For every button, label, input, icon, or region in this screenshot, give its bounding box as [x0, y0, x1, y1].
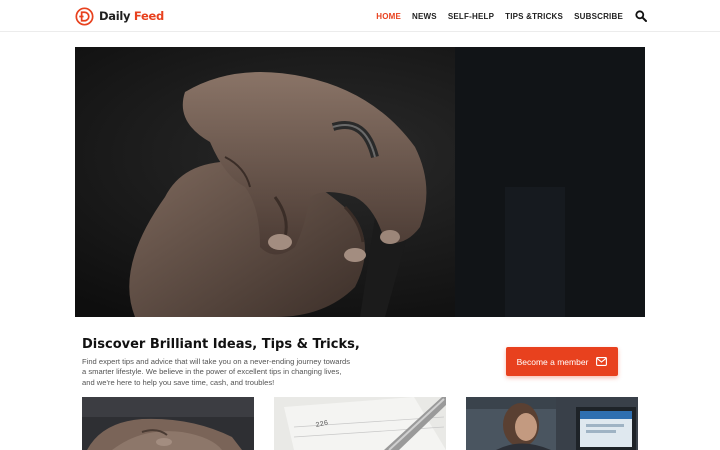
article-card-1[interactable]: [82, 397, 254, 450]
nav-subscribe[interactable]: SUBSCRIBE: [574, 12, 623, 21]
nav-tips-tricks[interactable]: TIPS &TRICKS: [505, 12, 563, 21]
envelope-icon: [596, 357, 608, 366]
hero-image: [75, 47, 645, 317]
card-2-photo: 226: [274, 397, 446, 450]
brand-logo[interactable]: Daily Feed: [75, 5, 164, 27]
nav-home[interactable]: HOME: [376, 12, 401, 21]
logo-mark-icon: [75, 6, 94, 26]
hero-photo: [75, 47, 645, 317]
intro-description: Find expert tips and advice that will ta…: [82, 357, 351, 387]
site-header: Daily Feed HOME NEWS SELF-HELP TIPS &TRI…: [0, 0, 720, 32]
become-member-label: Become a member: [516, 356, 589, 367]
brand-name: Daily Feed: [99, 9, 164, 23]
intro-title: Discover Brilliant Ideas, Tips & Tricks,: [82, 337, 360, 352]
become-member-button[interactable]: Become a member: [506, 347, 618, 376]
card-3-photo: [466, 397, 638, 450]
search-icon[interactable]: [635, 10, 647, 22]
article-card-3[interactable]: [466, 397, 638, 450]
card-1-photo: [82, 397, 254, 450]
nav-news[interactable]: NEWS: [412, 12, 437, 21]
article-card-2[interactable]: 226: [274, 397, 446, 450]
main-nav: HOME NEWS SELF-HELP TIPS &TRICKS SUBSCRI…: [376, 0, 623, 32]
nav-self-help[interactable]: SELF-HELP: [448, 12, 494, 21]
